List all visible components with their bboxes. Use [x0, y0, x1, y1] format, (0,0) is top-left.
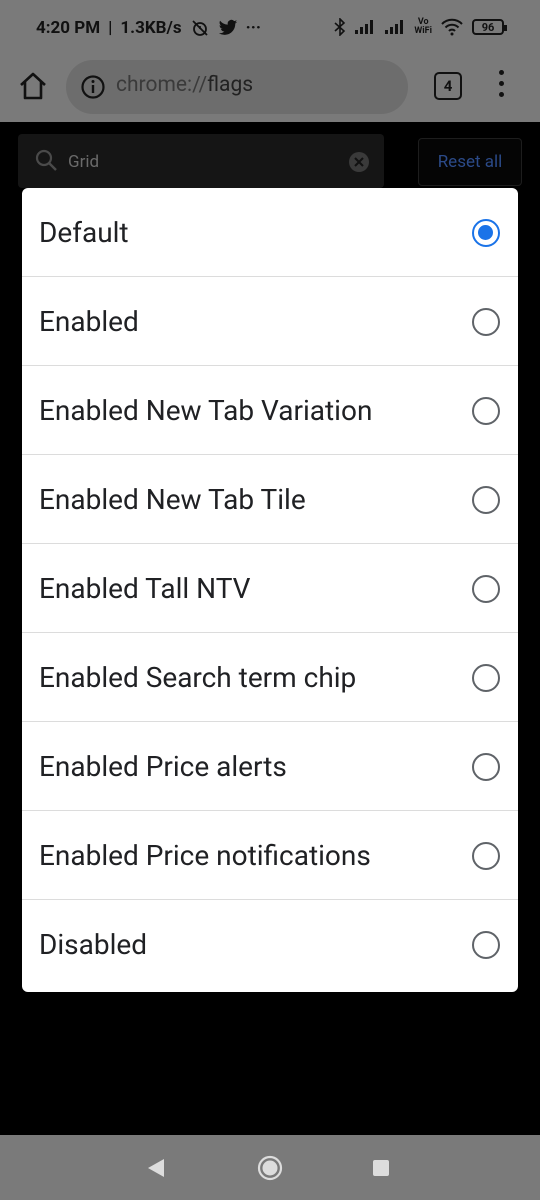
search-input[interactable]: Grid	[18, 134, 384, 188]
recents-square-icon[interactable]	[373, 1160, 389, 1176]
flag-options-dialog: Default Enabled Enabled New Tab Variatio…	[22, 188, 518, 992]
radio-button[interactable]	[472, 486, 500, 514]
option-label: Default	[39, 216, 129, 249]
radio-button[interactable]	[472, 842, 500, 870]
option-label: Enabled Price alerts	[39, 750, 287, 783]
home-circle-icon[interactable]	[257, 1155, 283, 1181]
url-bar[interactable]: chrome://flags	[66, 60, 408, 114]
option-enabled-search-term-chip[interactable]: Enabled Search term chip	[22, 633, 518, 722]
tab-switcher-button[interactable]: 4	[434, 72, 462, 100]
option-enabled-new-tab-variation[interactable]: Enabled New Tab Variation	[22, 366, 518, 455]
radio-button[interactable]	[472, 308, 500, 336]
alarm-off-icon	[191, 20, 208, 36]
vowifi-indicator: Vo WiFi	[414, 18, 432, 36]
option-label: Enabled	[39, 305, 139, 338]
search-icon	[35, 149, 57, 171]
vowifi-bottom: WiFi	[414, 26, 432, 36]
signal-1-icon	[355, 20, 374, 34]
wifi-icon	[441, 18, 463, 36]
option-enabled-tall-ntv[interactable]: Enabled Tall NTV	[22, 544, 518, 633]
radio-button[interactable]	[472, 753, 500, 781]
clear-icon[interactable]	[348, 151, 370, 173]
option-enabled-price-notifications[interactable]: Enabled Price notifications	[22, 811, 518, 900]
radio-button[interactable]	[472, 397, 500, 425]
bluetooth-icon	[334, 18, 346, 36]
system-nav-bar	[0, 1135, 540, 1200]
back-triangle-icon[interactable]	[146, 1157, 166, 1179]
url-path: flags	[207, 73, 254, 97]
more-vert-icon[interactable]	[496, 70, 506, 100]
status-more: ···	[245, 18, 261, 38]
option-label: Disabled	[39, 928, 148, 961]
option-label: Enabled New Tab Variation	[39, 394, 373, 427]
option-enabled-new-tab-tile[interactable]: Enabled New Tab Tile	[22, 455, 518, 544]
signal-2-icon	[385, 20, 404, 34]
radio-button[interactable]	[472, 575, 500, 603]
reset-all-button[interactable]: Reset all	[418, 138, 522, 186]
search-value: Grid	[68, 152, 100, 172]
battery-indicator: 96	[472, 19, 507, 35]
home-icon[interactable]	[16, 69, 50, 103]
twitter-icon	[218, 19, 237, 35]
status-left: 4:20 PM | 1.3KB/s ···	[36, 18, 261, 38]
option-label: Enabled Tall NTV	[39, 572, 251, 605]
radio-button-checked[interactable]	[472, 219, 500, 247]
url-scheme: chrome://	[116, 73, 208, 97]
option-disabled[interactable]: Disabled	[22, 900, 518, 991]
option-label: Enabled Price notifications	[39, 839, 371, 872]
radio-button[interactable]	[472, 664, 500, 692]
network-speed: 1.3KB/s	[120, 18, 182, 38]
option-label: Enabled Search term chip	[39, 661, 357, 694]
info-icon[interactable]	[80, 74, 106, 100]
status-time: 4:20 PM	[36, 18, 101, 38]
status-divider: |	[108, 18, 113, 38]
status-right: Vo WiFi 96	[334, 18, 507, 36]
browser-toolbar: chrome://flags 4	[0, 60, 540, 122]
option-label: Enabled New Tab Tile	[39, 483, 306, 516]
status-bar: 4:20 PM | 1.3KB/s ··· Vo WiFi 96	[0, 0, 540, 60]
option-enabled-price-alerts[interactable]: Enabled Price alerts	[22, 722, 518, 811]
radio-button[interactable]	[472, 931, 500, 959]
option-default[interactable]: Default	[22, 188, 518, 277]
option-enabled[interactable]: Enabled	[22, 277, 518, 366]
url-text: chrome://flags	[116, 73, 253, 97]
